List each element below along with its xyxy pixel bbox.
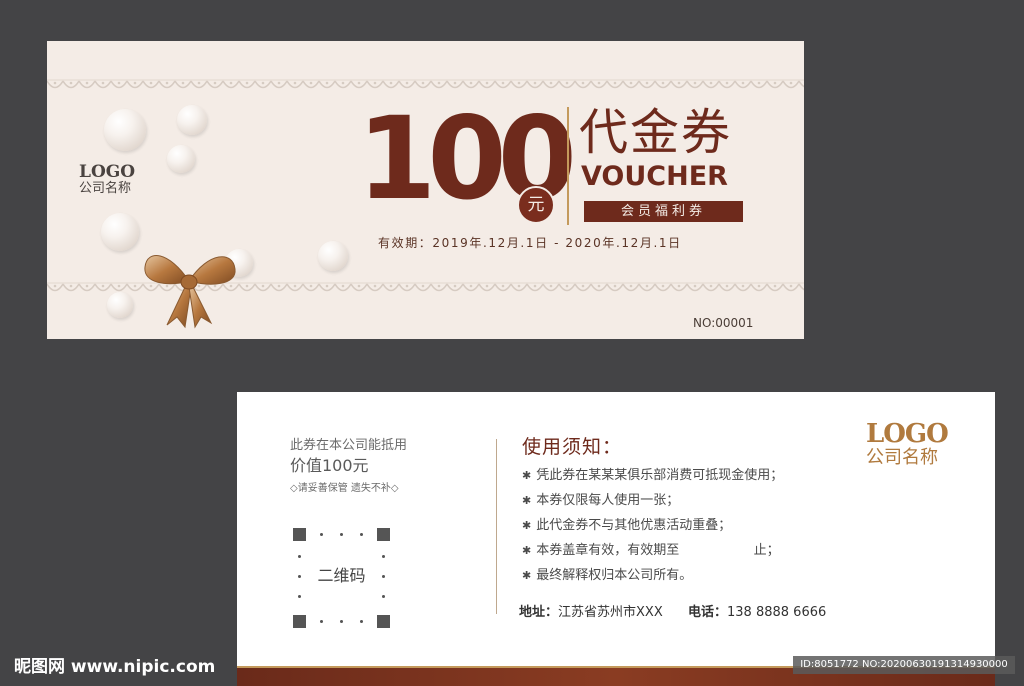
address: 地址：江苏省苏州市XXX — [519, 604, 663, 621]
qr-code-placeholder: 二维码 — [293, 528, 390, 628]
voucher-title-cn: 代金券 — [579, 104, 733, 161]
pearl-icon — [101, 213, 139, 251]
rules-list: ✱ 凭此券在某某某俱乐部消费可抵现金使用； ✱ 本券仅限每人使用一张； ✱ 此代金券不… — [522, 463, 783, 588]
usage-note: ◇请妥善保管 遗失不补◇ — [290, 483, 399, 494]
phone-label: 电话： — [688, 605, 728, 620]
phone: 电话：138 8888 6666 — [688, 604, 826, 621]
serial-number: NO:00001 — [693, 316, 754, 330]
usage-value: 价值100元 — [290, 456, 369, 475]
voucher-title-en: VOUCHER — [581, 161, 728, 192]
title-divider — [567, 107, 569, 225]
currency-badge: 元 — [517, 186, 555, 224]
back-company-name: 公司名称 — [866, 447, 938, 468]
front-company-name: 公司名称 — [79, 181, 132, 196]
site-watermark: 昵图网 www.nipic.com — [14, 657, 216, 677]
image-id-watermark: ID:8051772 NO:20200630191314930000 — [793, 656, 1015, 674]
rule-item: ✱ 凭此券在某某某俱乐部消费可抵现金使用； — [522, 468, 784, 483]
qr-code-label: 二维码 — [317, 566, 366, 585]
voucher-back: 此券在本公司能抵用 价值100元 ◇请妥善保管 遗失不补◇ 二维码 使用须知： … — [237, 392, 995, 686]
front-logo: LOGO — [79, 162, 136, 182]
phone-value: 138 8888 6666 — [727, 605, 827, 620]
voucher-front: LOGO 公司名称 100 元 代金券 VOUCHER 会员福利券 有效期：20… — [47, 41, 804, 339]
validity-period: 有效期：2019年.12月.1日 - 2020年.12月.1日 — [378, 236, 682, 250]
pearl-icon — [177, 105, 207, 135]
rule-item: ✱ 此代金券不与其他优惠活动重叠； — [522, 518, 732, 533]
rule-item: ✱ 最终解释权归本公司所有。 — [522, 568, 693, 583]
back-divider — [496, 439, 497, 614]
lace-border-top — [47, 78, 804, 92]
rules-title: 使用须知： — [522, 436, 623, 458]
member-badge: 会员福利券 — [584, 201, 743, 222]
address-value: 江苏省苏州市XXX — [558, 605, 663, 620]
pearl-icon — [167, 145, 195, 173]
back-logo: LOGO — [866, 419, 949, 449]
pearl-icon — [104, 109, 146, 151]
rule-item: ✱ 本券盖章有效，有效期至 止； — [522, 543, 780, 558]
address-label: 地址： — [519, 605, 559, 620]
pearl-icon — [107, 292, 133, 318]
pearl-icon — [318, 241, 348, 271]
rule-item: ✱ 本券仅限每人使用一张； — [522, 493, 680, 508]
usage-statement: 此券在本公司能抵用 — [290, 438, 408, 453]
bow-icon — [144, 255, 236, 329]
